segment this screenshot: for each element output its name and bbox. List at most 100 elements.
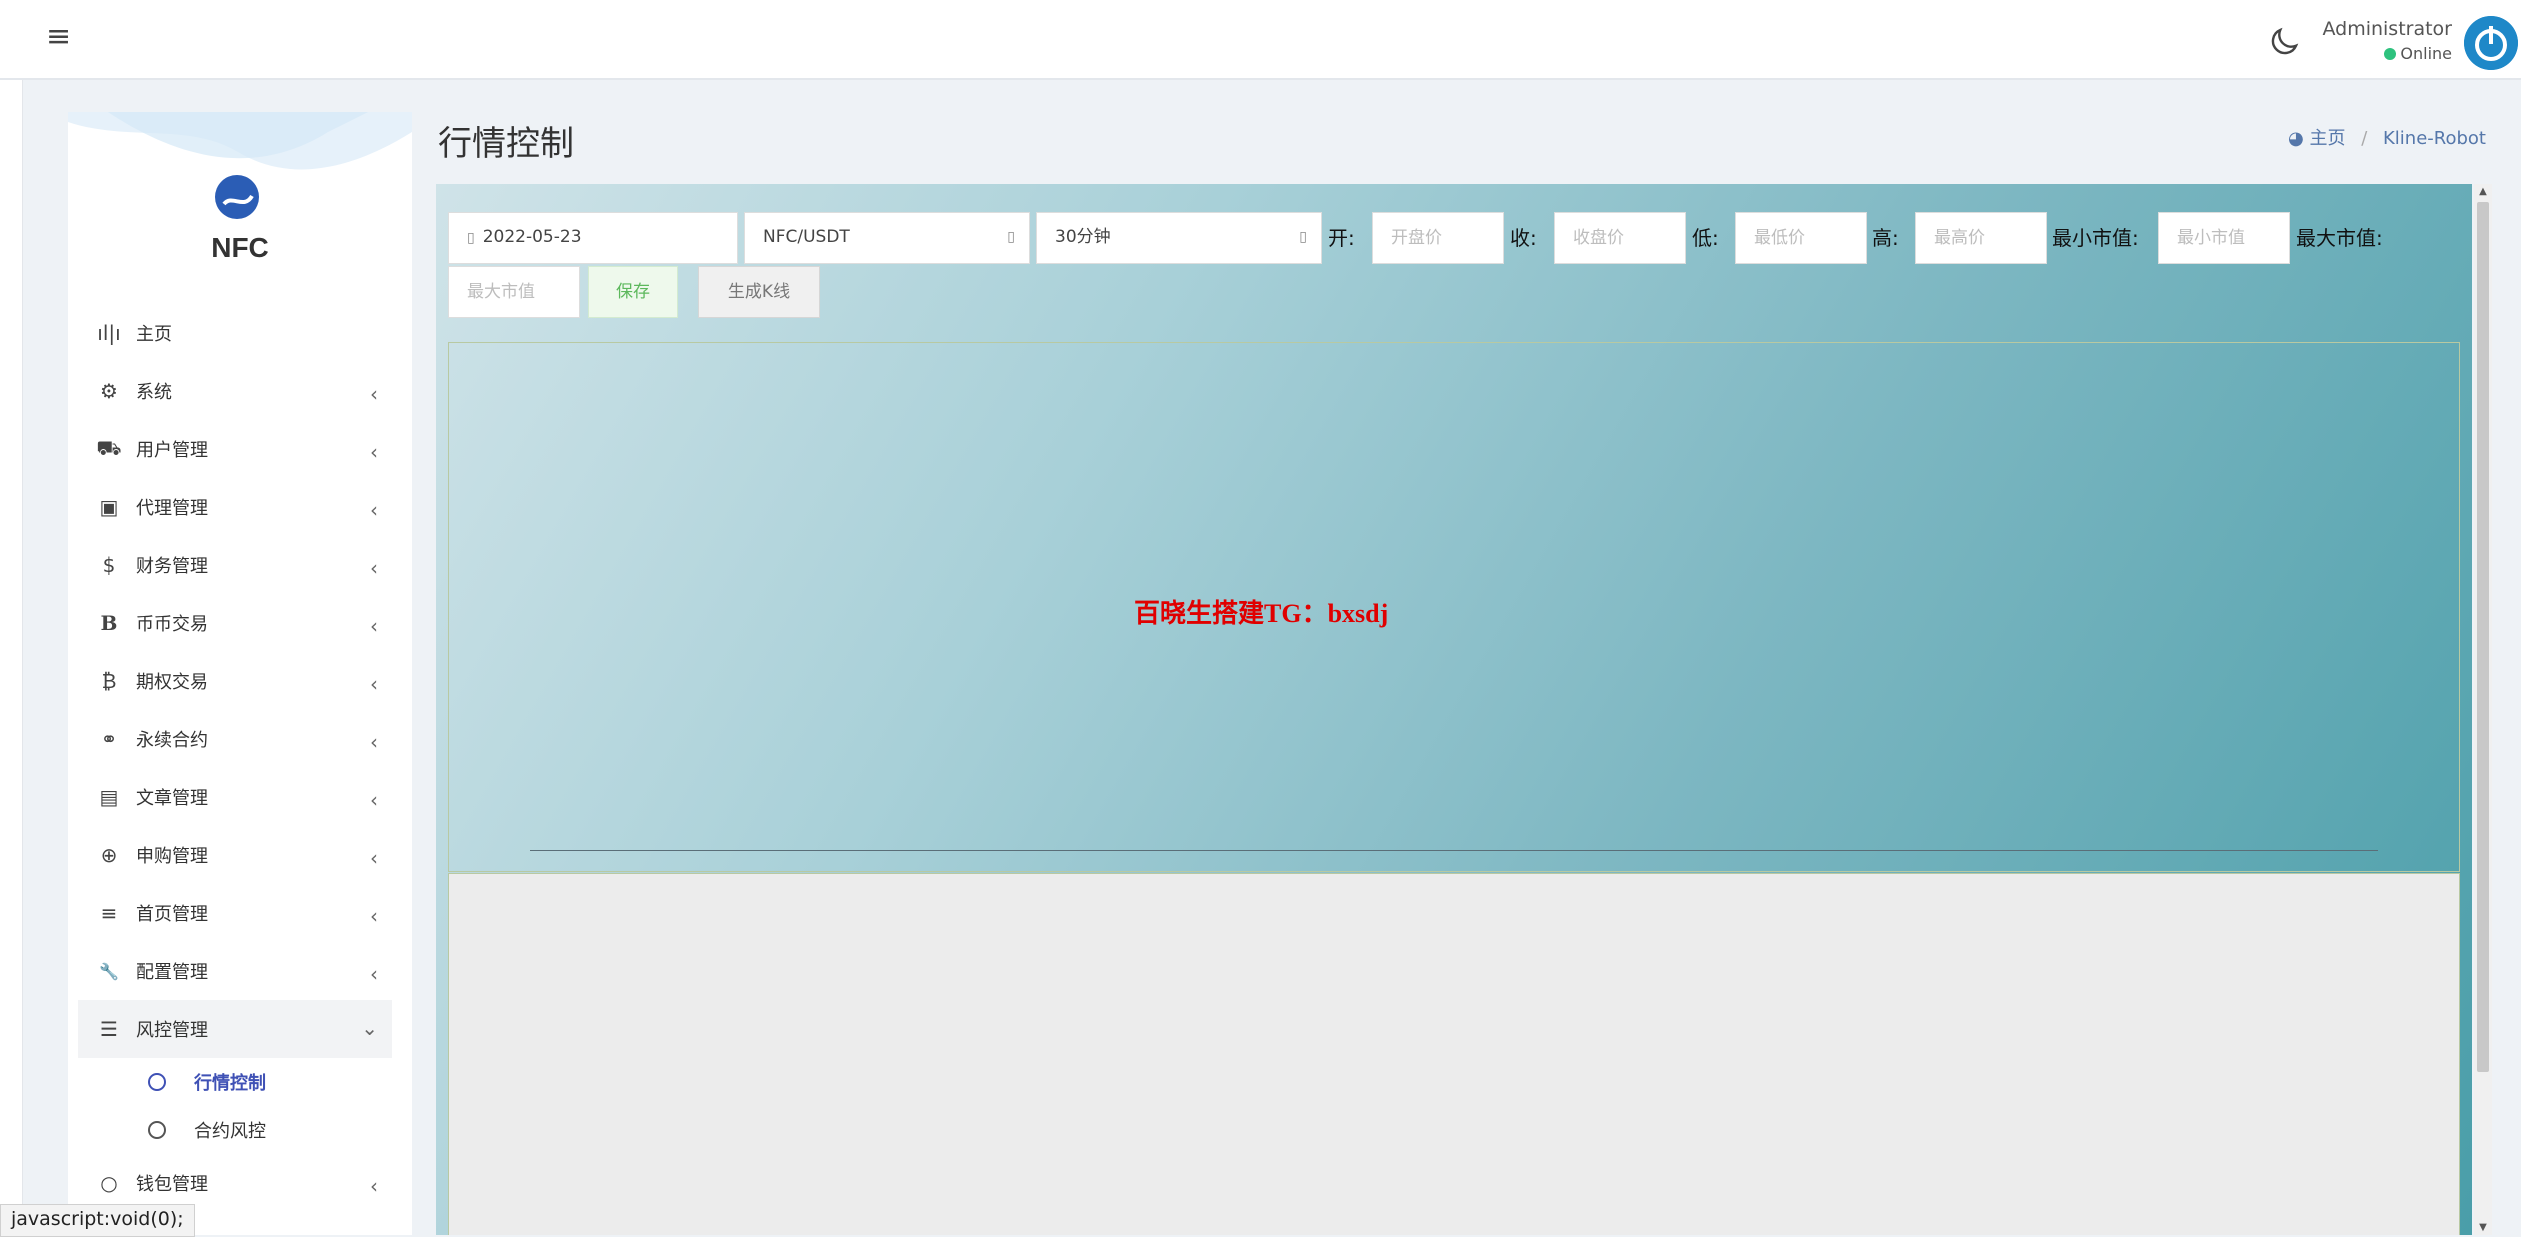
chevron-left-icon: ‹: [370, 498, 378, 522]
user-name[interactable]: Administrator: [2320, 18, 2452, 40]
min-cap-input[interactable]: [2158, 212, 2290, 264]
watermark-text: 百晓生搭建TG：bxsdj: [1134, 599, 1389, 628]
user-status-text: Online: [2400, 44, 2452, 63]
breadcrumb-current: Kline-Robot: [2383, 128, 2486, 149]
circle-icon: [148, 1073, 166, 1091]
chevron-left-icon: ‹: [370, 556, 378, 580]
sidebar-item-options-trading[interactable]: ₿ 期权交易 ‹: [78, 652, 392, 710]
max-cap-label: 最大市值:: [2296, 226, 2383, 250]
lifebuoy-icon: ⊕: [100, 843, 118, 867]
kline-chart-area[interactable]: [448, 342, 2460, 872]
sidebar-item-label: 文章管理: [136, 788, 208, 809]
interval-select[interactable]: 30分钟 ▯: [1036, 212, 1322, 264]
pair-select[interactable]: NFC/USDT ▯: [744, 212, 1030, 264]
close-label: 收:: [1510, 226, 1537, 250]
scroll-thumb[interactable]: [2477, 202, 2489, 1072]
breadcrumb: ◕ 主页 / Kline-Robot: [2288, 124, 2486, 150]
high-price-input[interactable]: [1915, 212, 2047, 264]
chevron-left-icon: ‹: [370, 730, 378, 754]
sidebar-item-label: 用户管理: [136, 440, 208, 461]
sidebar-item-label: 期权交易: [136, 672, 208, 693]
gear-icon: ⚙: [100, 379, 118, 403]
sidebar-item-label: 永续合约: [136, 730, 208, 751]
list-icon: ≡: [100, 901, 118, 925]
min-cap-label: 最小市值:: [2052, 226, 2139, 250]
chart-lower-area: [448, 873, 2460, 1235]
chevron-left-icon: ‹: [370, 788, 378, 812]
open-label: 开:: [1328, 226, 1355, 250]
sidebar-item-config[interactable]: 🔧 配置管理 ‹: [78, 942, 392, 1000]
sidebar-item-label: 主页: [136, 324, 172, 345]
sidebar-item-label: 币币交易: [136, 614, 208, 635]
id-card-icon: ▣: [99, 495, 119, 519]
sidebar-item-label: 钱包管理: [136, 1174, 208, 1195]
sidebar-item-home[interactable]: ıl|ı 主页: [78, 304, 392, 362]
dollar-icon: $: [102, 553, 116, 577]
browser-status-bar: javascript:void(0);: [0, 1204, 195, 1237]
scroll-up-arrow-icon[interactable]: ▲: [2474, 186, 2492, 197]
bar-chart-icon: ıl|ı: [97, 321, 121, 345]
page-title: 行情控制: [438, 124, 574, 164]
low-label: 低:: [1692, 226, 1719, 250]
bitcoin-b-icon: B: [100, 611, 118, 635]
sidebar-item-label: 首页管理: [136, 904, 208, 925]
sidebar-item-system[interactable]: ⚙ 系统 ‹: [78, 362, 392, 420]
sidebar-item-risk-control[interactable]: ☰ 风控管理 ⌄: [78, 1000, 392, 1058]
sidebar-item-label: 风控管理: [136, 1020, 208, 1041]
wrench-icon: 🔧: [99, 961, 119, 981]
online-dot-icon: [2384, 47, 2397, 60]
generate-kline-button[interactable]: 生成K线: [698, 266, 820, 318]
open-price-input[interactable]: [1372, 212, 1504, 264]
sidebar-item-perpetual[interactable]: ⚭ 永续合约 ‹: [78, 710, 392, 768]
interval-value: 30分钟: [1055, 227, 1111, 247]
sidebar-item-finance[interactable]: $ 财务管理 ‹: [78, 536, 392, 594]
chevron-left-icon: ‹: [370, 846, 378, 870]
sidebar-item-spot-trading[interactable]: B 币币交易 ‹: [78, 594, 392, 652]
hamburger-menu-icon[interactable]: ≡: [46, 22, 76, 52]
date-picker[interactable]: ▯ 2022-05-23: [448, 212, 738, 264]
users-icon: ⛟: [96, 435, 122, 460]
calendar-icon: ▯: [467, 230, 475, 246]
newspaper-icon: ▤: [99, 785, 119, 809]
breadcrumb-separator: /: [2361, 128, 2368, 149]
sidebar-item-label: 申购管理: [136, 846, 208, 867]
chevron-left-icon: ‹: [370, 614, 378, 638]
sidebar-subitem-market-control[interactable]: 行情控制: [78, 1058, 392, 1106]
sidebar-item-label: 配置管理: [136, 962, 208, 983]
scrollbar[interactable]: ▲ ▼: [2474, 184, 2492, 1235]
avatar[interactable]: [2464, 16, 2518, 70]
scroll-down-arrow-icon[interactable]: ▼: [2474, 1222, 2492, 1233]
close-price-input[interactable]: [1554, 212, 1686, 264]
top-bar: ≡ Administrator Online: [0, 0, 2521, 80]
circle-icon: [148, 1121, 166, 1139]
moon-icon[interactable]: [2266, 24, 2302, 60]
sidebar-item-homepage[interactable]: ≡ 首页管理 ‹: [78, 884, 392, 942]
chevron-left-icon: ‹: [370, 440, 378, 464]
date-value: 2022-05-23: [482, 227, 582, 247]
sidebar-item-agents[interactable]: ▣ 代理管理 ‹: [78, 478, 392, 536]
user-status: Online: [2370, 44, 2452, 63]
sidebar-subitem-contract-risk[interactable]: 合约风控: [78, 1106, 392, 1154]
bitcoin-icon: ₿: [101, 668, 117, 693]
circle-icon: ○: [100, 1171, 118, 1195]
sidebar: NFC ıl|ı 主页 ⚙ 系统 ‹ ⛟ 用户管理 ‹ ▣ 代理管理 ‹ $ 财…: [68, 112, 412, 1235]
sidebar-subitem-label: 合约风控: [194, 1121, 266, 1142]
sidebar-item-label: 代理管理: [136, 498, 208, 519]
sidebar-item-subscription[interactable]: ⊕ 申购管理 ‹: [78, 826, 392, 884]
high-label: 高:: [1872, 226, 1899, 250]
pair-value: NFC/USDT: [763, 227, 850, 247]
left-edge-strip: [0, 0, 23, 1235]
chevron-left-icon: ‹: [370, 962, 378, 986]
logo-text: NFC: [211, 232, 269, 263]
low-price-input[interactable]: [1735, 212, 1867, 264]
max-cap-input[interactable]: [448, 266, 580, 318]
sidebar-item-users[interactable]: ⛟ 用户管理 ‹: [78, 420, 392, 478]
sidebar-item-articles[interactable]: ▤ 文章管理 ‹: [78, 768, 392, 826]
chevron-down-icon: ⌄: [361, 1016, 378, 1040]
save-button[interactable]: 保存: [588, 266, 678, 318]
dropdown-icon: ▯: [1007, 229, 1015, 245]
sidebar-menu: ıl|ı 主页 ⚙ 系统 ‹ ⛟ 用户管理 ‹ ▣ 代理管理 ‹ $ 财务管理 …: [78, 304, 392, 1212]
breadcrumb-home[interactable]: 主页: [2309, 128, 2345, 149]
indent-icon: ☰: [100, 1017, 118, 1041]
nfc-logo-icon: [215, 175, 259, 219]
